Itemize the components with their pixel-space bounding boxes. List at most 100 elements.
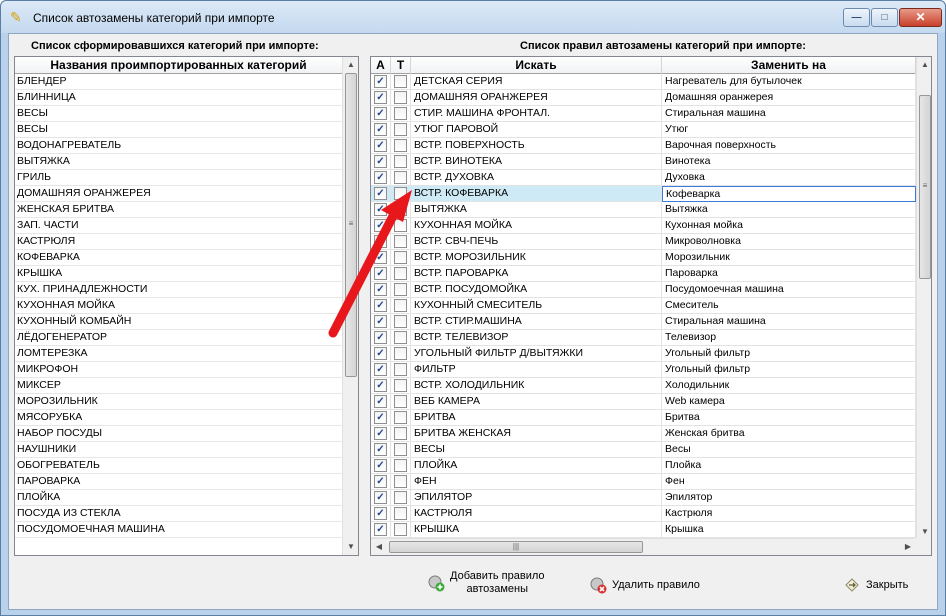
replace-cell[interactable]: Стиральная машина bbox=[662, 106, 916, 122]
exact-match-checkbox[interactable] bbox=[394, 283, 407, 296]
replace-cell[interactable]: Варочная поверхность bbox=[662, 138, 916, 154]
auto-replace-checkbox[interactable]: ✓ bbox=[374, 267, 387, 280]
exact-match-checkbox[interactable] bbox=[394, 315, 407, 328]
search-cell[interactable]: ВЕБ КАМЕРА bbox=[411, 394, 662, 410]
replacement-rules-grid[interactable]: A T Искать Заменить на ✓ ДЕТСКАЯ СЕРИЯ Наг… bbox=[370, 56, 932, 556]
auto-replace-checkbox[interactable]: ✓ bbox=[374, 379, 387, 392]
add-rule-button[interactable]: Добавить правило автозамены bbox=[427, 570, 567, 596]
auto-replace-checkbox[interactable]: ✓ bbox=[374, 523, 387, 536]
search-cell[interactable]: ВСТР. СТИР.МАШИНА bbox=[411, 314, 662, 330]
list-item[interactable]: МОРОЗИЛЬНИК bbox=[15, 394, 342, 410]
list-item[interactable]: ЛЁДОГЕНЕРАТОР bbox=[15, 330, 342, 346]
auto-replace-checkbox[interactable]: ✓ bbox=[374, 75, 387, 88]
exact-match-checkbox[interactable] bbox=[394, 459, 407, 472]
exact-match-checkbox[interactable] bbox=[394, 523, 407, 536]
search-cell[interactable]: ДОМАШНЯЯ ОРАНЖЕРЕЯ bbox=[411, 90, 662, 106]
search-cell[interactable]: ФЕН bbox=[411, 474, 662, 490]
search-cell[interactable]: ВСТР. ДУХОВКА bbox=[411, 170, 662, 186]
auto-replace-checkbox[interactable]: ✓ bbox=[374, 123, 387, 136]
auto-replace-checkbox[interactable]: ✓ bbox=[374, 459, 387, 472]
exact-match-checkbox[interactable] bbox=[394, 155, 407, 168]
list-item[interactable]: БЛИННИЦА bbox=[15, 90, 342, 106]
exact-match-checkbox[interactable] bbox=[394, 411, 407, 424]
replace-cell[interactable]: Стиральная машина bbox=[662, 314, 916, 330]
replace-cell[interactable]: Духовка bbox=[662, 170, 916, 186]
scroll-down-arrow-icon[interactable]: ▼ bbox=[343, 539, 358, 555]
list-item[interactable]: НАБОР ПОСУДЫ bbox=[15, 426, 342, 442]
table-row[interactable]: ✓ ВЕСЫ Весы bbox=[371, 442, 916, 458]
list-item[interactable]: ВЫТЯЖКА bbox=[15, 154, 342, 170]
column-t-header[interactable]: T bbox=[391, 57, 411, 74]
search-cell[interactable]: ВСТР. ХОЛОДИЛЬНИК bbox=[411, 378, 662, 394]
search-cell[interactable]: ВСТР. МОРОЗИЛЬНИК bbox=[411, 250, 662, 266]
auto-replace-checkbox[interactable]: ✓ bbox=[374, 443, 387, 456]
replace-cell[interactable]: Телевизор bbox=[662, 330, 916, 346]
list-item[interactable]: ЗАП. ЧАСТИ bbox=[15, 218, 342, 234]
auto-replace-checkbox[interactable]: ✓ bbox=[374, 155, 387, 168]
auto-replace-checkbox[interactable]: ✓ bbox=[374, 187, 387, 200]
auto-replace-checkbox[interactable]: ✓ bbox=[374, 411, 387, 424]
list-item[interactable]: МЯСОРУБКА bbox=[15, 410, 342, 426]
search-cell[interactable]: ЭПИЛЯТОР bbox=[411, 490, 662, 506]
imported-categories-header[interactable]: Названия проимпортированных категорий bbox=[15, 57, 342, 74]
auto-replace-checkbox[interactable]: ✓ bbox=[374, 299, 387, 312]
table-row[interactable]: ✓ ЭПИЛЯТОР Эпилятор bbox=[371, 490, 916, 506]
auto-replace-checkbox[interactable]: ✓ bbox=[374, 315, 387, 328]
auto-replace-checkbox[interactable]: ✓ bbox=[374, 363, 387, 376]
auto-replace-checkbox[interactable]: ✓ bbox=[374, 219, 387, 232]
title-bar[interactable]: ✎ Список автозамены категорий при импорт… bbox=[1, 1, 945, 33]
list-item[interactable]: ДОМАШНЯЯ ОРАНЖЕРЕЯ bbox=[15, 186, 342, 202]
column-replace-header[interactable]: Заменить на bbox=[662, 57, 916, 74]
grid-horizontal-scrollbar[interactable]: ◀ ||| ▶ bbox=[371, 538, 916, 555]
auto-replace-checkbox[interactable]: ✓ bbox=[374, 235, 387, 248]
exact-match-checkbox[interactable] bbox=[394, 203, 407, 216]
exact-match-checkbox[interactable] bbox=[394, 91, 407, 104]
search-cell[interactable]: ВСТР. ТЕЛЕВИЗОР bbox=[411, 330, 662, 346]
minimize-button[interactable]: — bbox=[843, 8, 870, 27]
list-item[interactable]: ПОСУДА ИЗ СТЕКЛА bbox=[15, 506, 342, 522]
search-cell[interactable]: ВСТР. ВИНОТЕКА bbox=[411, 154, 662, 170]
list-item[interactable]: ЛОМТЕРЕЗКА bbox=[15, 346, 342, 362]
exact-match-checkbox[interactable] bbox=[394, 363, 407, 376]
search-cell[interactable]: БРИТВА ЖЕНСКАЯ bbox=[411, 426, 662, 442]
search-cell[interactable]: ВЫТЯЖКА bbox=[411, 202, 662, 218]
search-cell[interactable]: ВСТР. ПАРОВАРКА bbox=[411, 266, 662, 282]
table-row[interactable]: ✓ УТЮГ ПАРОВОЙ Утюг bbox=[371, 122, 916, 138]
table-row[interactable]: ✓ ВЕБ КАМЕРА Web камера bbox=[371, 394, 916, 410]
table-row[interactable]: ✓ КУХОННАЯ МОЙКА Кухонная мойка bbox=[371, 218, 916, 234]
list-item[interactable]: ВОДОНАГРЕВАТЕЛЬ bbox=[15, 138, 342, 154]
replace-cell[interactable]: Посудомоечная машина bbox=[662, 282, 916, 298]
replace-cell[interactable]: Утюг bbox=[662, 122, 916, 138]
table-row[interactable]: ✓ ВСТР. КОФЕВАРКА Кофеварка bbox=[371, 186, 916, 202]
table-row[interactable]: ✓ КРЫШКА Крышка bbox=[371, 522, 916, 538]
exact-match-checkbox[interactable] bbox=[394, 507, 407, 520]
table-row[interactable]: ✓ ФЕН Фен bbox=[371, 474, 916, 490]
list-item[interactable]: БЛЕНДЕР bbox=[15, 74, 342, 90]
table-row[interactable]: ✓ ВСТР. ПОСУДОМОЙКА Посудомоечная машина bbox=[371, 282, 916, 298]
replace-edit-field[interactable]: Кофеварка bbox=[662, 186, 916, 202]
scroll-up-arrow-icon[interactable]: ▲ bbox=[343, 57, 358, 73]
replace-cell[interactable]: Крышка bbox=[662, 522, 916, 538]
auto-replace-checkbox[interactable]: ✓ bbox=[374, 507, 387, 520]
auto-replace-checkbox[interactable]: ✓ bbox=[374, 91, 387, 104]
exact-match-checkbox[interactable] bbox=[394, 427, 407, 440]
search-cell[interactable]: КУХОННАЯ МОЙКА bbox=[411, 218, 662, 234]
auto-replace-checkbox[interactable]: ✓ bbox=[374, 139, 387, 152]
exact-match-checkbox[interactable] bbox=[394, 443, 407, 456]
search-cell[interactable]: ДЕТСКАЯ СЕРИЯ bbox=[411, 74, 662, 90]
list-item[interactable]: ПОСУДОМОЕЧНАЯ МАШИНА bbox=[15, 522, 342, 538]
search-cell[interactable]: СТИР. МАШИНА ФРОНТАЛ. bbox=[411, 106, 662, 122]
left-vertical-scrollbar[interactable]: ▲ ≡ ▼ bbox=[342, 57, 358, 555]
exact-match-checkbox[interactable] bbox=[394, 267, 407, 280]
replace-cell[interactable]: Микроволновка bbox=[662, 234, 916, 250]
replace-cell[interactable]: Кухонная мойка bbox=[662, 218, 916, 234]
replace-cell[interactable]: Кастрюля bbox=[662, 506, 916, 522]
list-item[interactable]: ЖЕНСКАЯ БРИТВА bbox=[15, 202, 342, 218]
exact-match-checkbox[interactable] bbox=[394, 75, 407, 88]
table-row[interactable]: ✓ ПЛОЙКА Плойка bbox=[371, 458, 916, 474]
exact-match-checkbox[interactable] bbox=[394, 299, 407, 312]
auto-replace-checkbox[interactable]: ✓ bbox=[374, 395, 387, 408]
list-item[interactable]: КРЫШКА bbox=[15, 266, 342, 282]
exact-match-checkbox[interactable] bbox=[394, 379, 407, 392]
replace-cell[interactable]: Женская бритва bbox=[662, 426, 916, 442]
